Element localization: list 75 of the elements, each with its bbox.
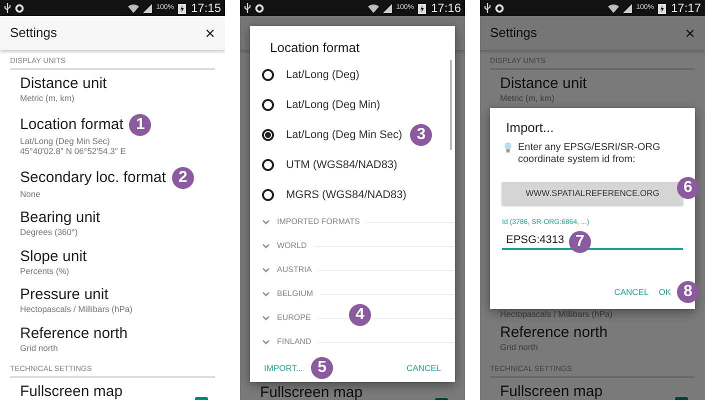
setting-title[interactable]: Distance unit [20, 75, 107, 93]
screen-title: Settings [490, 24, 537, 42]
setting-title[interactable]: Fullscreen map [500, 382, 603, 400]
scrollbar[interactable] [450, 60, 452, 150]
number-badge: 8 [677, 280, 699, 303]
number-badge: 1 [129, 114, 152, 136]
radio-button[interactable] [262, 159, 274, 171]
circle-icon [15, 4, 24, 12]
wifi-icon [128, 4, 140, 12]
usb-icon [4, 3, 11, 13]
setting-summary: Grid north [20, 342, 59, 353]
wifi-icon [368, 4, 380, 12]
group-header[interactable]: IMPORTED FORMATS [277, 216, 360, 228]
setting-summary: Metric (m, km) [20, 93, 76, 104]
signal-icon [143, 4, 152, 12]
number-badge: 2 [172, 166, 194, 188]
setting-title[interactable]: Fullscreen map [260, 384, 363, 400]
signal-icon [623, 4, 632, 12]
screen-title: Settings [10, 24, 57, 42]
setting-title[interactable]: Bearing unit [20, 209, 100, 227]
setting-summary: Percents (%) [20, 266, 70, 276]
group-header[interactable]: FINLAND [277, 336, 312, 348]
setting-summary: Degrees (360°) [20, 227, 79, 238]
close-button[interactable]: × [205, 24, 215, 42]
circle-icon [495, 4, 504, 12]
option-label[interactable]: UTM (WGS84/NAD83) [286, 156, 398, 174]
radio-button[interactable] [262, 99, 274, 111]
setting-title[interactable]: Reference north [20, 324, 128, 342]
usb-icon [484, 3, 491, 13]
number-badge: 5 [311, 357, 334, 379]
usb-icon [244, 3, 251, 13]
radio-button[interactable] [262, 129, 274, 141]
option-label[interactable]: MGRS (WGS84/NAD83) [286, 186, 406, 204]
setting-summary: 45°40'02.8" N 06°52'54.3" E [20, 146, 127, 156]
setting-title[interactable]: Secondary loc. format [20, 168, 166, 186]
clock-time: 17:17 [670, 0, 701, 17]
battery-icon [418, 2, 426, 14]
number-badge: 3 [410, 124, 432, 146]
radio-button[interactable] [262, 189, 274, 201]
group-header[interactable]: BELGIUM [277, 288, 314, 300]
setting-title[interactable]: Distance unit [500, 75, 587, 93]
dialog-title: Import... [505, 119, 555, 137]
group-header[interactable]: AUSTRIA [277, 264, 312, 276]
website-button[interactable]: WWW.SPATIALREFERENCE.ORG [502, 182, 683, 205]
setting-title[interactable]: Slope unit [20, 248, 87, 266]
group-header[interactable]: WORLD [277, 240, 307, 252]
battery-icon [178, 2, 186, 14]
clock-time: 17:15 [190, 0, 221, 17]
lightbulb-icon [504, 142, 512, 153]
option-label[interactable]: Lat/Long (Deg Min Sec) [286, 126, 402, 144]
group-header[interactable]: EUROPE [277, 312, 311, 324]
option-label[interactable]: Lat/Long (Deg Min) [286, 96, 380, 114]
signal-icon [383, 4, 392, 12]
battery-icon [658, 2, 666, 14]
setting-summary: Lat/Long (Deg Min Sec) [20, 136, 111, 146]
close-button[interactable]: × [685, 24, 695, 42]
dialog-title: Location format [269, 39, 361, 57]
setting-summary: Hectopascals / Millibars (hPa) [500, 308, 612, 319]
circle-icon [255, 4, 264, 12]
clock-time: 17:16 [430, 0, 461, 17]
setting-title[interactable]: Fullscreen map [20, 383, 123, 400]
setting-summary: None [20, 188, 42, 199]
setting-title[interactable]: Location format [20, 116, 124, 134]
number-badge: 7 [569, 230, 591, 253]
setting-summary: Metric (m, km) [500, 93, 556, 104]
option-label[interactable]: Lat/Long (Deg) [286, 66, 360, 84]
setting-title[interactable]: Reference north [500, 324, 608, 342]
wifi-icon [608, 4, 620, 12]
number-badge: 6 [677, 177, 699, 199]
radio-button[interactable] [262, 69, 274, 81]
setting-summary: Grid north [500, 342, 539, 352]
number-badge: 4 [349, 304, 371, 326]
setting-title[interactable]: Pressure unit [20, 286, 108, 304]
hint-text: Enter any EPSG/ESRI/SR-ORG coordinate system id from: [518, 142, 662, 166]
setting-summary: Hectopascals / Millibars (hPa) [20, 304, 132, 314]
